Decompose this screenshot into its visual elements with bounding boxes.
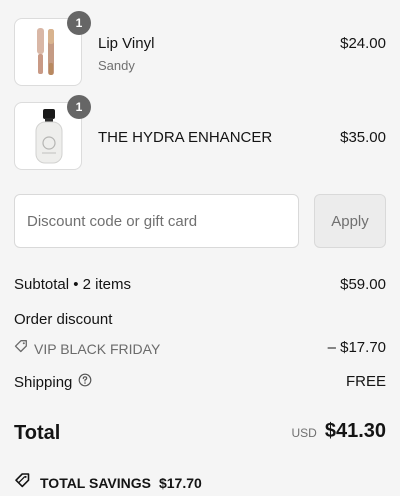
subtotal-value: $59.00 <box>340 276 386 293</box>
product-name: THE HYDRA ENHANCER <box>98 129 273 146</box>
discount-code-input[interactable] <box>14 194 299 248</box>
line-item: 1 Lip Vinyl Sandy $24.00 <box>14 11 386 88</box>
product-price: $35.00 <box>340 129 386 146</box>
order-summary: 1 Lip Vinyl Sandy $24.00 1 THE HYDRA ENH… <box>0 0 400 496</box>
quantity-badge: 1 <box>67 95 91 119</box>
apply-discount-button[interactable]: Apply <box>314 194 386 248</box>
total-label: Total <box>14 422 61 444</box>
discount-value: – $17.70 <box>327 339 386 356</box>
total-savings-value: $17.70 <box>158 474 202 491</box>
product-image-lip-vinyl: 1 <box>14 11 91 86</box>
shipping-label: Shipping <box>14 374 73 391</box>
shipping-label-row: Shipping <box>14 373 92 392</box>
product-price: $24.00 <box>340 35 386 52</box>
product-image-hydra-enhancer: 1 <box>14 95 91 170</box>
total-amount-group: USD $41.30 <box>291 420 386 443</box>
product-variant: Sandy <box>98 58 135 73</box>
shipping-value: FREE <box>345 373 386 390</box>
total-currency: USD <box>291 426 317 440</box>
line-item: 1 THE HYDRA ENHANCER $35.00 <box>14 95 386 172</box>
order-discount-label: Order discount <box>14 311 113 328</box>
tag-icon <box>14 339 28 358</box>
subtotal-label: Subtotal • 2 items <box>14 276 131 293</box>
help-circle-icon[interactable] <box>78 373 92 392</box>
discount-code: VIP BLACK FRIDAY <box>34 340 161 357</box>
discount-code-row: VIP BLACK FRIDAY <box>14 339 160 358</box>
tag-icon <box>14 472 32 493</box>
total-savings-row: TOTAL SAVINGS $17.70 <box>14 472 202 493</box>
total-amount: $41.30 <box>324 420 386 442</box>
total-savings-label: TOTAL SAVINGS <box>40 474 151 491</box>
quantity-badge: 1 <box>67 11 91 35</box>
product-name: Lip Vinyl <box>98 35 155 52</box>
